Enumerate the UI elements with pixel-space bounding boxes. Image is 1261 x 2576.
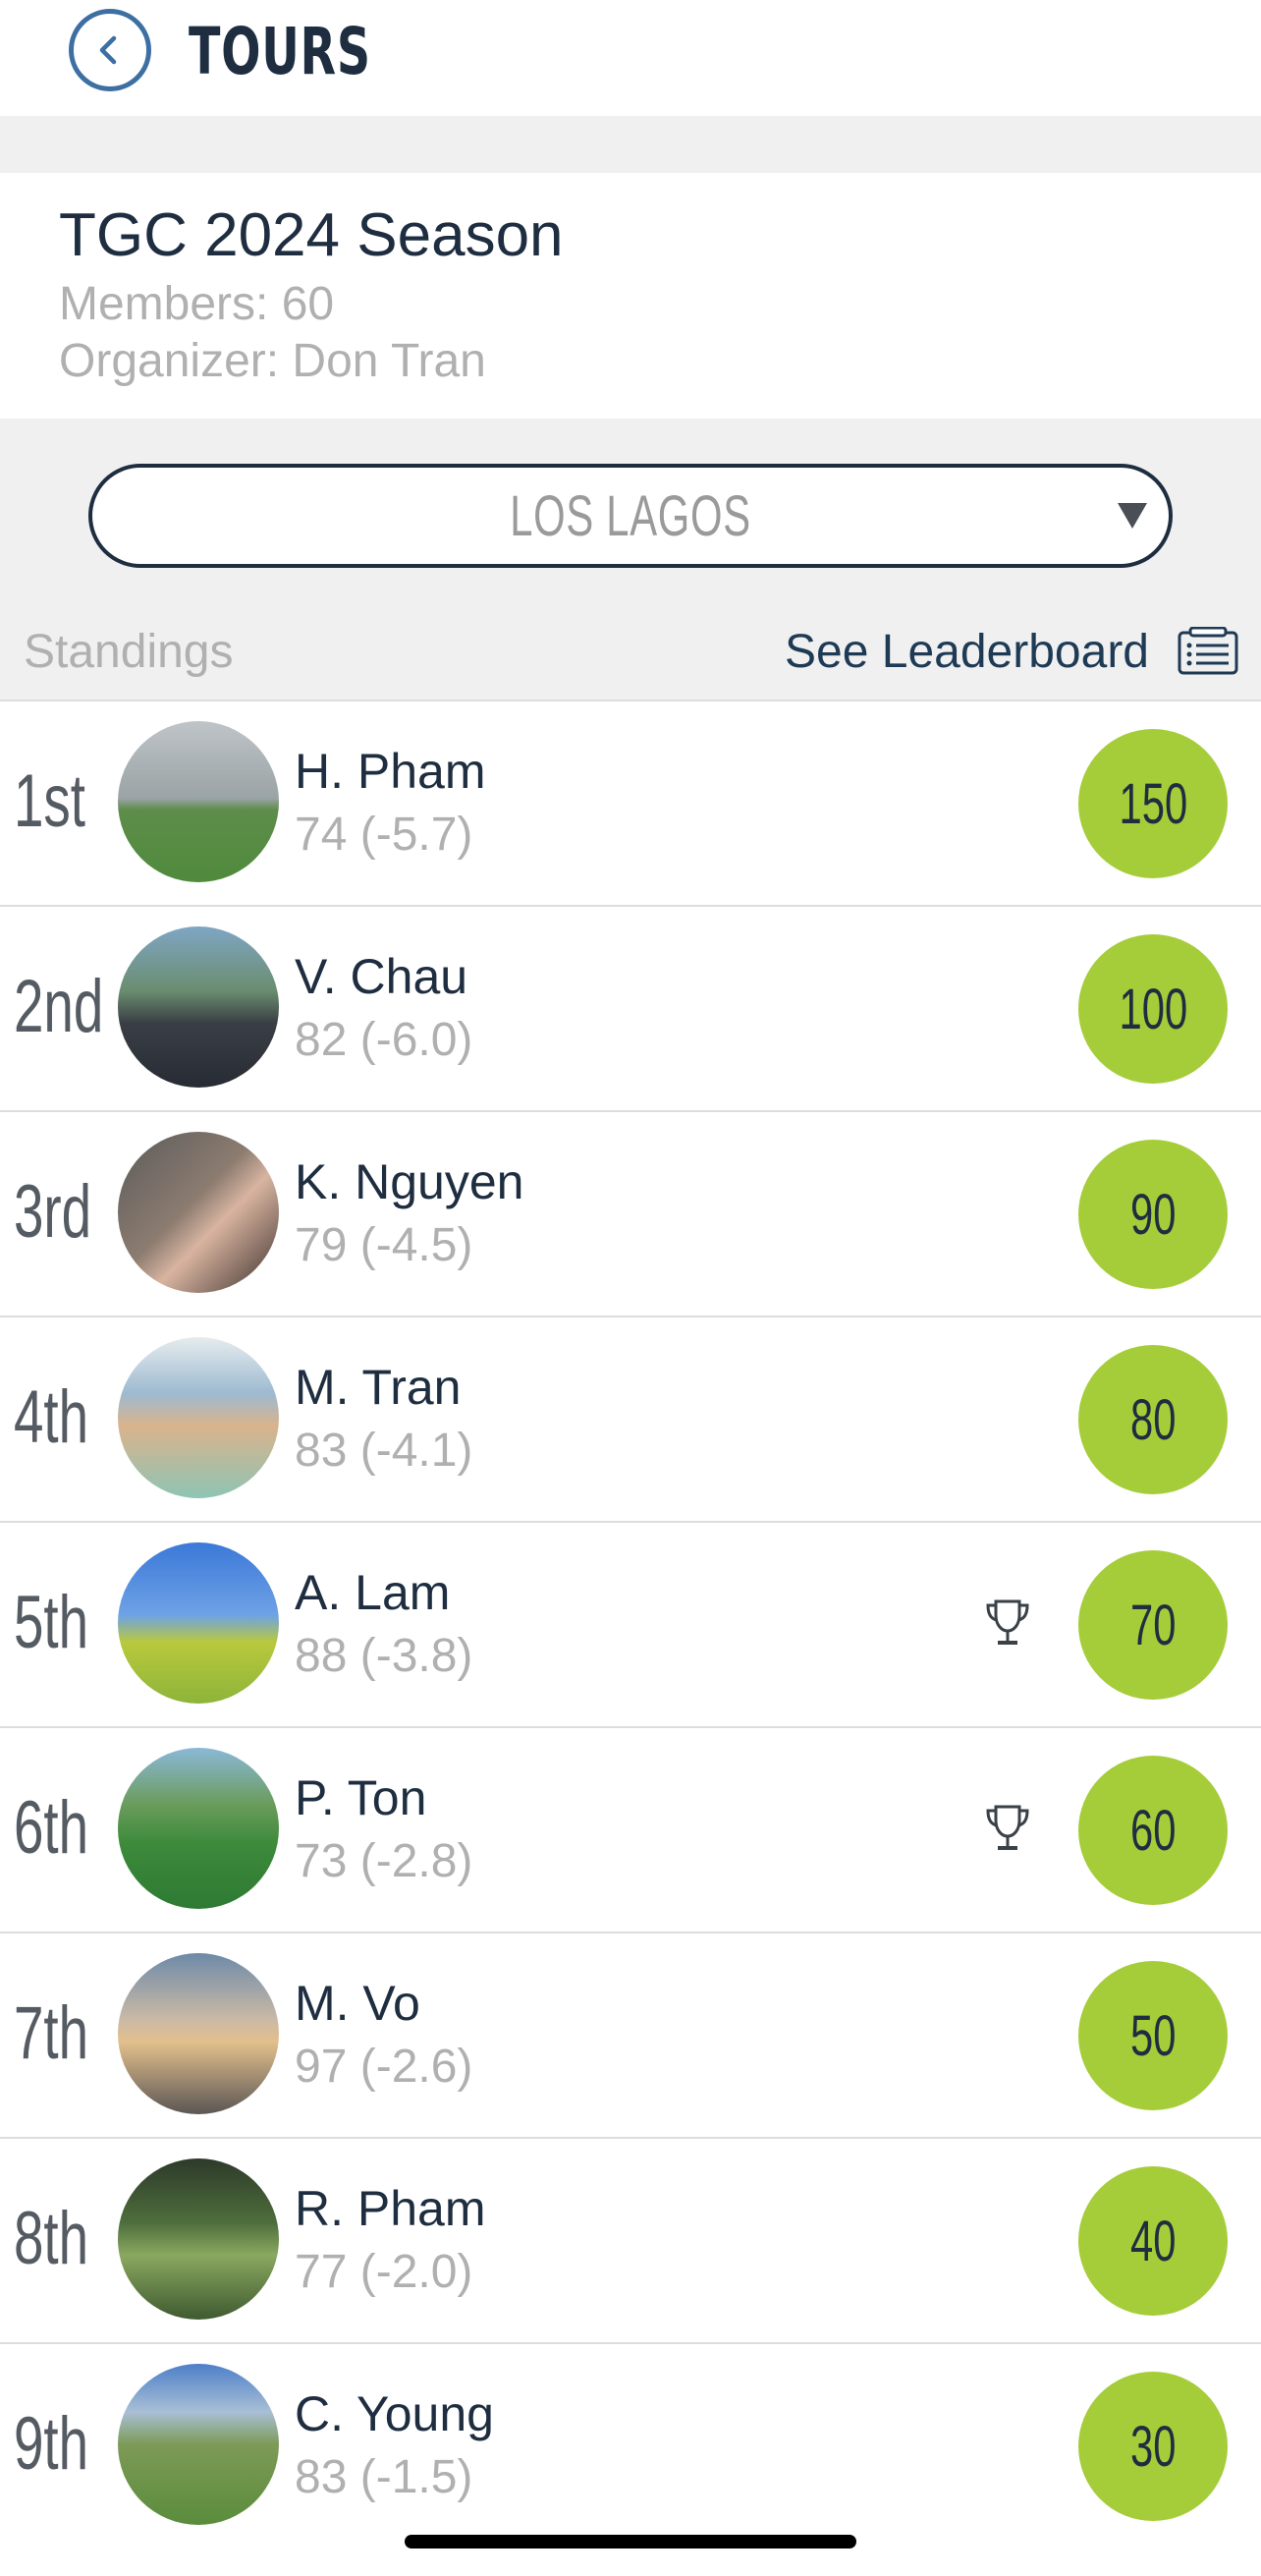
- trophy-icon: [986, 1599, 1029, 1645]
- avatar: [118, 1132, 279, 1293]
- points-badge: 50: [1078, 1961, 1228, 2110]
- player-score: 88 (-3.8): [295, 1630, 473, 1682]
- see-leaderboard-link[interactable]: See Leaderboard: [785, 625, 1149, 679]
- player-name: V. Chau: [295, 949, 468, 1004]
- points-badge: 90: [1078, 1140, 1228, 1289]
- standing-row[interactable]: 9th C. Young 83 (-1.5) 30: [0, 2342, 1261, 2548]
- rank-label: 7th: [14, 1991, 89, 2075]
- rank-label: 5th: [14, 1581, 89, 1664]
- player-name: P. Ton: [295, 1770, 427, 1825]
- player-name: A. Lam: [295, 1565, 451, 1620]
- rank-label: 9th: [14, 2402, 89, 2486]
- points-value: 150: [1119, 771, 1187, 836]
- player-name: H. Pham: [295, 744, 486, 799]
- points-value: 80: [1129, 1387, 1177, 1452]
- rank-label: 4th: [14, 1375, 89, 1459]
- rank-label: 6th: [14, 1786, 89, 1870]
- points-value: 40: [1129, 2209, 1177, 2273]
- player-name: C. Young: [295, 2386, 494, 2441]
- points-value: 70: [1129, 1593, 1177, 1657]
- points-value: 50: [1129, 2003, 1177, 2068]
- tour-members: Members: 60: [59, 278, 335, 330]
- header-bar: TOURS: [0, 0, 1261, 116]
- course-dropdown[interactable]: LOS LAGOS: [88, 464, 1173, 568]
- section-divider: [0, 116, 1261, 173]
- player-score: 82 (-6.0): [295, 1014, 473, 1066]
- standing-row[interactable]: 5th A. Lam 88 (-3.8) 70: [0, 1521, 1261, 1726]
- player-score: 97 (-2.6): [295, 2041, 473, 2093]
- avatar: [118, 926, 279, 1088]
- standing-row[interactable]: 1st H. Pham 74 (-5.7) 150: [0, 700, 1261, 905]
- player-name: R. Pham: [295, 2181, 486, 2236]
- points-value: 100: [1119, 977, 1187, 1041]
- course-dropdown-value: LOS LAGOS: [510, 484, 751, 548]
- tour-name: TGC 2024 Season: [59, 201, 564, 269]
- rank-label: 2nd: [14, 965, 104, 1048]
- points-badge: 70: [1078, 1550, 1228, 1700]
- rank-label: 3rd: [14, 1170, 92, 1254]
- course-select-band: LOS LAGOS Standings See Leaderboard: [0, 419, 1261, 700]
- chevron-left-icon: [99, 35, 117, 65]
- avatar: [118, 721, 279, 882]
- points-badge: 30: [1078, 2372, 1228, 2521]
- home-indicator[interactable]: [405, 2535, 856, 2548]
- rank-label: 8th: [14, 2197, 89, 2280]
- page-title: TOURS: [189, 14, 371, 89]
- standing-row[interactable]: 7th M. Vo 97 (-2.6) 50: [0, 1932, 1261, 2137]
- points-value: 60: [1129, 1798, 1177, 1863]
- points-badge: 60: [1078, 1756, 1228, 1905]
- tour-organizer: Organizer: Don Tran: [59, 335, 486, 387]
- back-button[interactable]: [69, 9, 151, 91]
- standings-list: 1st H. Pham 74 (-5.7) 150 2nd V. Chau 82…: [0, 700, 1261, 2548]
- avatar: [118, 1337, 279, 1498]
- standing-row[interactable]: 6th P. Ton 73 (-2.8) 60: [0, 1726, 1261, 1932]
- trophy-icon: [986, 1805, 1029, 1850]
- player-score: 83 (-1.5): [295, 2451, 473, 2503]
- points-value: 90: [1129, 1182, 1177, 1247]
- player-score: 74 (-5.7): [295, 809, 473, 861]
- avatar: [118, 1748, 279, 1909]
- leaderboard-list-icon[interactable]: [1177, 627, 1239, 676]
- player-score: 77 (-2.0): [295, 2246, 473, 2298]
- player-score: 79 (-4.5): [295, 1219, 473, 1271]
- points-badge: 150: [1078, 729, 1228, 878]
- player-name: M. Vo: [295, 1976, 420, 2031]
- player-score: 73 (-2.8): [295, 1835, 473, 1887]
- player-score: 83 (-4.1): [295, 1425, 473, 1477]
- standing-row[interactable]: 4th M. Tran 83 (-4.1) 80: [0, 1316, 1261, 1521]
- points-badge: 100: [1078, 934, 1228, 1084]
- dropdown-arrow-icon: [1118, 503, 1147, 529]
- avatar: [118, 2158, 279, 2320]
- tour-info-panel: TGC 2024 Season Members: 60 Organizer: D…: [0, 173, 1261, 419]
- avatar: [118, 1953, 279, 2114]
- points-badge: 40: [1078, 2166, 1228, 2316]
- standing-row[interactable]: 3rd K. Nguyen 79 (-4.5) 90: [0, 1110, 1261, 1316]
- points-value: 30: [1129, 2414, 1177, 2479]
- standings-label: Standings: [24, 626, 234, 678]
- avatar: [118, 2364, 279, 2525]
- player-name: K. Nguyen: [295, 1154, 524, 1209]
- standing-row[interactable]: 8th R. Pham 77 (-2.0) 40: [0, 2137, 1261, 2342]
- rank-label: 1st: [14, 759, 86, 843]
- avatar: [118, 1542, 279, 1704]
- player-name: M. Tran: [295, 1360, 462, 1415]
- standing-row[interactable]: 2nd V. Chau 82 (-6.0) 100: [0, 905, 1261, 1110]
- points-badge: 80: [1078, 1345, 1228, 1494]
